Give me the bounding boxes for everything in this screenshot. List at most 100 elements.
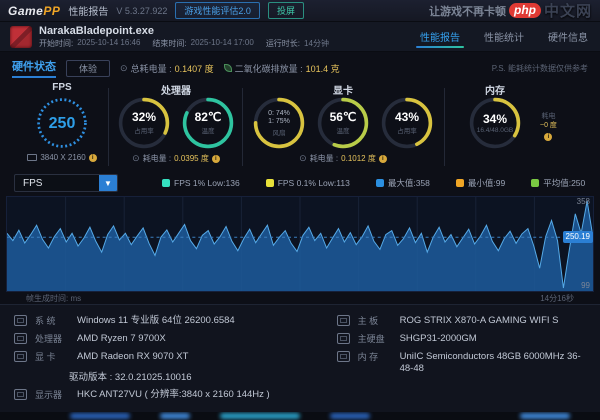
game-icon xyxy=(10,25,32,48)
legend-label: 最小值:99 xyxy=(467,178,506,188)
power-icon: ⊙ xyxy=(299,153,307,163)
performance-eval-button[interactable]: 游戏性能评估2.0 xyxy=(175,2,260,19)
gpu-power-line: ⊙ 耗电量 : 0.1012 度 i xyxy=(246,153,440,164)
sysinfo-value: Windows 11 专业版 64位 26200.6584 xyxy=(77,315,235,326)
cpu-temp-gauge: 82℃ 温度 xyxy=(181,96,235,150)
fps-group-title: FPS xyxy=(52,82,72,93)
info-icon[interactable]: i xyxy=(544,133,553,141)
fps-chart: 358 250.19 99 xyxy=(6,196,594,292)
taskbar-blob xyxy=(220,413,300,419)
co2-value: 101.4 克 xyxy=(305,63,340,74)
cpu-power-label: 耗电量 : xyxy=(142,154,172,163)
chart-controls-row: FPS ▼ FPS 1% Low:136 FPS 0.1% Low:113 最大值:… xyxy=(0,170,600,196)
gpu-fan0-value: 0: 74% xyxy=(268,109,290,117)
system-info-left-column: 系 统 Windows 11 专业版 64位 26200.6584 处理器 AMD R… xyxy=(14,315,329,401)
tab-0[interactable]: 性能报告 xyxy=(416,25,464,48)
axis-max-label: 358 xyxy=(576,197,590,206)
mode-button[interactable]: 体验 xyxy=(66,59,111,77)
chevron-down-icon[interactable]: ▼ xyxy=(99,175,117,191)
gpu-power-value: 0.1012 度 xyxy=(341,154,376,163)
chart-footer: 帧生成时间: ms 14分16秒 xyxy=(0,292,600,304)
gpu-icon xyxy=(14,351,27,362)
end-time-label: 结束时间: xyxy=(152,38,187,48)
gpu-fan-label: 风扇 xyxy=(272,129,286,137)
power-disclaimer: P.S. 能耗统计数据仅供参考 xyxy=(491,63,588,73)
cast-button[interactable]: 投屏 xyxy=(267,2,304,19)
gpu-gauge-group: 显卡 0: 74% 1: 75% 风扇 56℃ 温度 43% 占用率 ⊙ 耗电量… xyxy=(246,82,440,164)
legend-item-1: FPS 0.1% Low:113 xyxy=(265,177,350,189)
exe-name: NarakaBladepoint.exe xyxy=(39,24,154,37)
legend-swatch xyxy=(162,179,170,187)
motherboard-icon xyxy=(336,315,350,326)
legend-label: 平均值:250 xyxy=(543,178,586,188)
gpu-fan-gauge: 0: 74% 1: 75% 风扇 xyxy=(252,96,306,150)
memory-group-title: 内存 xyxy=(485,86,505,97)
hardware-status-tab[interactable]: 硬件状态 xyxy=(12,58,56,78)
total-power-line: ⊙ 总耗电量 : 0.1407 度 xyxy=(120,62,214,75)
taskbar-blob xyxy=(160,413,190,419)
legend-label: FPS 0.1% Low:113 xyxy=(277,178,350,188)
taskbar-sliver xyxy=(0,412,600,420)
cpu-util-value: 32% xyxy=(131,110,157,124)
watermark: 让游戏不再卡顿 php 中文网 xyxy=(429,0,592,21)
divider xyxy=(242,88,243,166)
gpu-util-label: 占用率 xyxy=(397,128,417,135)
fps-gauge-group: FPS 250 3840 X 2160 i xyxy=(16,82,108,162)
duration-label: 运行时长: xyxy=(265,38,301,48)
titlebar: GamePP 性能报告 V 5.3.27.922 游戏性能评估2.0 投屏 让游… xyxy=(0,0,600,22)
monitor-icon xyxy=(27,154,38,161)
axis-avg-badge: 250.19 xyxy=(562,231,593,243)
memory-power-column: 耗电 ~0 度 i xyxy=(540,112,557,141)
sysinfo-label: 显 卡 xyxy=(35,352,56,362)
total-power-label: 总耗电量 : xyxy=(130,63,172,74)
gpu-temp-gauge: 56℃ 温度 xyxy=(316,96,370,150)
x-axis-left-label: 帧生成时间: ms xyxy=(26,294,82,303)
info-icon[interactable]: i xyxy=(88,153,97,162)
ram-icon xyxy=(336,351,350,362)
sysinfo-row: 显 卡 AMD Radeon RX 9070 XT xyxy=(14,351,329,363)
gamepp-logo: GamePP xyxy=(8,4,60,18)
sysinfo-value: UniIC Semiconductors 48GB 6000MHz 36-48-… xyxy=(399,351,581,374)
info-icon[interactable]: i xyxy=(211,154,220,163)
disk-icon xyxy=(336,333,350,344)
cpu-temp-value: 82℃ xyxy=(194,110,222,124)
system-info-panel: 系 统 Windows 11 专业版 64位 26200.6584 处理器 AMD R… xyxy=(0,304,600,413)
fps-value: 250 xyxy=(48,114,76,132)
start-time: 2025-10-14 16:46 xyxy=(77,37,141,47)
sysinfo-label: 主硬盘 xyxy=(357,334,385,344)
fps-gauge: 250 xyxy=(35,96,89,150)
gauges-panel: FPS 250 3840 X 2160 i 处理器 32% 占用率 82℃ 温度… xyxy=(0,82,600,170)
sysinfo-label: 处理器 xyxy=(35,334,63,344)
cpu-gauge-group: 处理器 32% 占用率 82℃ 温度 ⊙ 耗电量: 0.0395 度 i xyxy=(112,82,240,164)
sysinfo-value: AMD Ryzen 7 9700X xyxy=(77,333,166,344)
info-icon[interactable]: i xyxy=(378,154,387,163)
leaf-icon xyxy=(223,64,232,72)
session-info: NarakaBladepoint.exe 开始时间: 2025-10-14 16:… xyxy=(39,25,329,49)
axis-min-label: 99 xyxy=(581,281,590,290)
slogan-text: 让游戏不再卡顿 xyxy=(428,5,506,18)
gpu-util-value: 43% xyxy=(394,110,420,124)
divider xyxy=(108,88,109,166)
tab-1[interactable]: 性能统计 xyxy=(482,25,526,48)
tab-2[interactable]: 硬件信息 xyxy=(546,25,590,48)
sysinfo-label: 内 存 xyxy=(357,352,379,362)
memory-power-value: ~0 度 xyxy=(540,122,557,129)
metric-select[interactable]: FPS ▼ xyxy=(14,174,118,192)
sysinfo-subvalue: 驱动版本 : 32.0.21025.10016 xyxy=(69,372,192,383)
total-power-value: 0.1407 度 xyxy=(174,63,214,74)
windows-icon xyxy=(14,315,27,326)
watermark-cn-text: 中文网 xyxy=(543,3,592,20)
cpu-power-value: 0.0395 度 xyxy=(174,154,209,163)
legend-item-4: 平均值:250 xyxy=(531,177,585,189)
chart-legend: FPS 1% Low:136 FPS 0.1% Low:113 最大值:358 最小值… xyxy=(162,177,585,189)
session-times: 开始时间: 2025-10-14 16:46 结束时间: 2025-10-14 17… xyxy=(39,38,329,49)
memory-gauge-group: 内存 34% 16.4/48.0GB 耗电 ~0 度 i xyxy=(452,82,592,150)
legend-swatch xyxy=(265,179,274,187)
session-bar: NarakaBladepoint.exe 开始时间: 2025-10-14 16:… xyxy=(0,22,600,52)
memory-util-value: 34% xyxy=(482,111,508,126)
sysinfo-row: 系 统 Windows 11 专业版 64位 26200.6584 xyxy=(14,315,329,327)
power-icon: ⊙ xyxy=(132,153,140,163)
legend-swatch xyxy=(375,179,384,187)
taskbar-blob xyxy=(520,413,570,419)
memory-power-label: 耗电 xyxy=(541,113,556,120)
